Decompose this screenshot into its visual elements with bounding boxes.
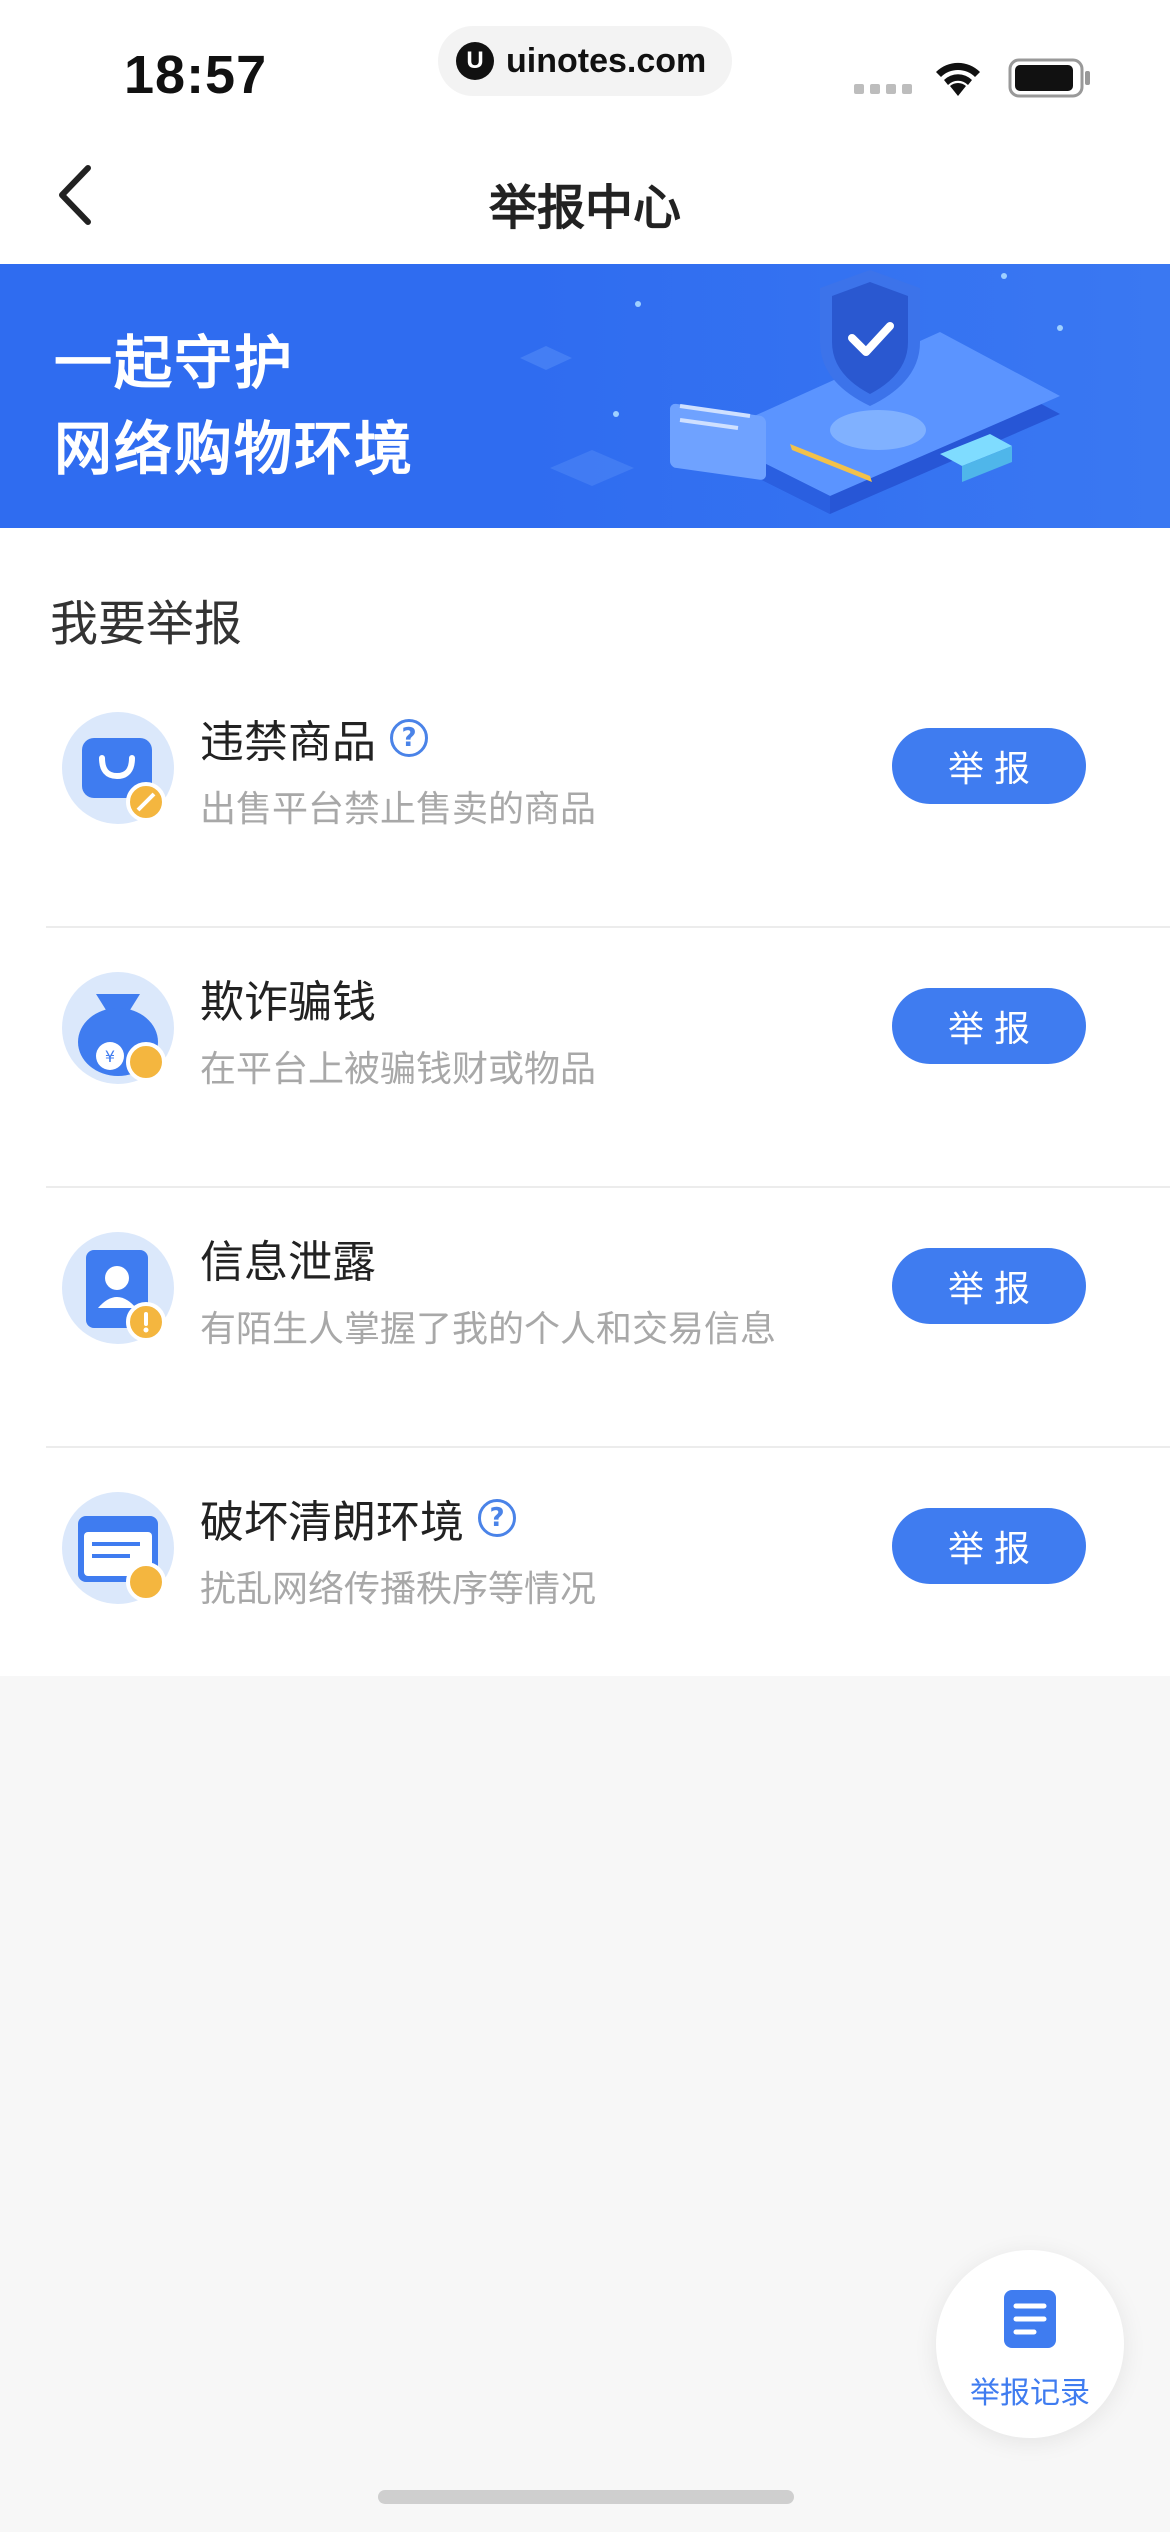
item-title-text: 信息泄露 xyxy=(200,1237,376,1288)
hero-banner: 一起守护 网络购物环境 xyxy=(0,264,1170,528)
shopping-bag-icon xyxy=(62,712,174,824)
report-records-button[interactable]: 举报记录 xyxy=(936,2250,1124,2438)
item-description: 扰乱网络传播秩序等情况 xyxy=(200,1569,597,1610)
item-title: 欺诈骗钱 xyxy=(200,966,376,1030)
home-indicator[interactable] xyxy=(378,2490,794,2504)
banner-line-2: 网络购物环境 xyxy=(54,415,415,483)
nav-bar: 举报中心 xyxy=(0,130,1170,264)
report-item-environment: 破坏清朗环境 ? 扰乱网络传播秩序等情况 举报 xyxy=(46,1448,1170,1676)
url-pill[interactable]: U uinotes.com xyxy=(438,26,732,96)
item-title: 违禁商品 ? xyxy=(200,706,428,770)
help-icon[interactable]: ? xyxy=(478,1499,516,1537)
money-bag-icon: ¥ xyxy=(62,972,174,1084)
status-time: 18:57 xyxy=(124,45,268,105)
cellular-signal-icon xyxy=(854,84,912,94)
item-title-text: 欺诈骗钱 xyxy=(200,977,376,1028)
page-title: 举报中心 xyxy=(488,180,681,236)
item-title-text: 违禁商品 xyxy=(200,717,376,768)
status-bar: 18:57 U uinotes.com xyxy=(0,0,1170,130)
section-title: 我要举报 xyxy=(50,596,243,652)
site-logo-icon: U xyxy=(456,42,494,80)
report-item-prohibited-goods: 违禁商品 ? 出售平台禁止售卖的商品 举报 xyxy=(46,668,1170,928)
report-item-info-leak: 信息泄露 有陌生人掌握了我的个人和交易信息 举报 xyxy=(46,1188,1170,1448)
report-button-info-leak[interactable]: 举报 xyxy=(892,1248,1086,1324)
url-text: uinotes.com xyxy=(506,41,707,80)
report-list-card: 我要举报 违禁商品 ? 出售平台禁止售卖的商品 举报 ¥ 欺诈骗钱 在平台上被骗… xyxy=(0,528,1170,1676)
item-title: 破坏清朗环境 ? xyxy=(200,1486,516,1550)
svg-text:¥: ¥ xyxy=(105,1047,115,1066)
item-description: 在平台上被骗钱财或物品 xyxy=(200,1049,597,1090)
battery-icon xyxy=(1008,58,1090,98)
help-icon[interactable]: ? xyxy=(390,719,428,757)
web-page-icon xyxy=(62,1492,174,1604)
report-button-fraud[interactable]: 举报 xyxy=(892,988,1086,1064)
wifi-icon xyxy=(936,62,980,96)
report-item-fraud: ¥ 欺诈骗钱 在平台上被骗钱财或物品 举报 xyxy=(46,928,1170,1188)
banner-line-1: 一起守护 xyxy=(54,329,295,397)
item-description: 出售平台禁止售卖的商品 xyxy=(200,789,597,830)
shield-illustration-icon xyxy=(520,270,1063,514)
item-title-text: 破坏清朗环境 xyxy=(200,1497,464,1548)
report-button-prohibited-goods[interactable]: 举报 xyxy=(892,728,1086,804)
document-list-icon xyxy=(1004,2290,1056,2348)
item-title: 信息泄露 xyxy=(200,1226,376,1290)
id-card-icon xyxy=(62,1232,174,1344)
report-button-environment[interactable]: 举报 xyxy=(892,1508,1086,1584)
item-description: 有陌生人掌握了我的个人和交易信息 xyxy=(200,1309,777,1350)
records-label: 举报记录 xyxy=(970,2376,1090,2411)
